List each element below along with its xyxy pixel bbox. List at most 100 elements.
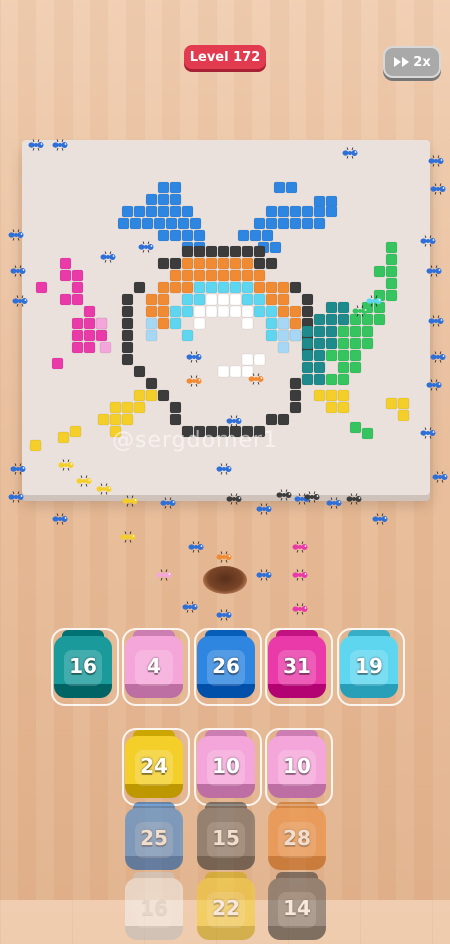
jar-body: 24 [125, 736, 183, 796]
jar-lid [62, 630, 104, 640]
ant [160, 494, 176, 513]
ant [8, 488, 24, 507]
watermark: @sergdomer1 [112, 428, 279, 453]
jar-white[interactable]: 16 [125, 872, 183, 944]
ant [216, 606, 232, 625]
jar-lid [205, 730, 247, 740]
jar-yellow[interactable]: 22 [197, 872, 255, 944]
ant [226, 490, 242, 509]
jar-lid [133, 730, 175, 740]
jar-teal[interactable]: 16 [51, 628, 119, 706]
ant [256, 500, 272, 519]
ant-hole [203, 566, 247, 594]
jar-base [268, 856, 326, 870]
jar-body: 19 [340, 636, 398, 696]
jar-count: 25 [140, 826, 168, 850]
jar-pink[interactable]: 4 [122, 628, 190, 706]
jar-base [125, 684, 183, 698]
ant [182, 598, 198, 617]
ant [52, 510, 68, 529]
ant [426, 376, 442, 395]
ant [428, 312, 444, 331]
ant [426, 262, 442, 281]
jar-body: 10 [268, 736, 326, 796]
ant [292, 566, 308, 585]
jar-cyan[interactable]: 19 [337, 628, 405, 706]
jar-count: 24 [140, 754, 168, 778]
jar-lid [348, 630, 390, 640]
ant [100, 248, 116, 267]
ant [352, 302, 368, 321]
ant [420, 232, 436, 251]
ant [292, 600, 308, 619]
jar-orange[interactable]: 28 [268, 802, 326, 874]
jar-count: 4 [147, 654, 161, 678]
ant [432, 468, 448, 487]
ant [420, 424, 436, 443]
jar-pink[interactable]: 10 [194, 728, 262, 806]
ant [248, 370, 264, 389]
jar-count: 19 [355, 654, 383, 678]
ant [366, 292, 382, 311]
ant [76, 472, 92, 491]
jar-base [197, 926, 255, 940]
jar-base [268, 784, 326, 798]
ant [10, 460, 26, 479]
jar-base [125, 926, 183, 940]
ant [120, 528, 136, 547]
ant [342, 144, 358, 163]
jar-magenta[interactable]: 31 [265, 628, 333, 706]
ant [292, 538, 308, 557]
ant [430, 348, 446, 367]
ant [156, 566, 172, 585]
ant [96, 480, 112, 499]
jar-lid [133, 630, 175, 640]
jar-body: 16 [54, 636, 112, 696]
jar-base [125, 856, 183, 870]
jar-gray[interactable]: 14 [268, 872, 326, 944]
jar-base [340, 684, 398, 698]
ant [12, 292, 28, 311]
ant [216, 548, 232, 567]
ant [256, 566, 272, 585]
jar-body: 26 [197, 636, 255, 696]
jar-gray[interactable]: 15 [197, 802, 255, 874]
ant [372, 510, 388, 529]
ant [304, 488, 320, 507]
ant [226, 412, 242, 431]
jar-body: 4 [125, 636, 183, 696]
ant [276, 486, 292, 505]
ant [326, 494, 342, 513]
jar-yellow[interactable]: 24 [122, 728, 190, 806]
jar-lid [205, 630, 247, 640]
jar-blue[interactable]: 26 [194, 628, 262, 706]
ant [346, 490, 362, 509]
ant [8, 226, 24, 245]
jar-count: 10 [283, 754, 311, 778]
ant [28, 136, 44, 155]
jar-blue[interactable]: 25 [125, 802, 183, 874]
ant [186, 348, 202, 367]
ant [428, 152, 444, 171]
jar-pink[interactable]: 10 [265, 728, 333, 806]
jar-count: 31 [283, 654, 311, 678]
jar-base [197, 856, 255, 870]
jar-base [268, 684, 326, 698]
jar-body: 10 [197, 736, 255, 796]
jar-count: 15 [212, 826, 240, 850]
jar-count: 26 [212, 654, 240, 678]
ant [216, 460, 232, 479]
ant [122, 492, 138, 511]
jar-base [268, 926, 326, 940]
ant [430, 180, 446, 199]
ant [10, 262, 26, 281]
jar-count: 28 [283, 826, 311, 850]
ant [186, 372, 202, 391]
ant [188, 538, 204, 557]
jar-lid [276, 730, 318, 740]
ant [138, 238, 154, 257]
jar-base [197, 684, 255, 698]
jar-base [197, 784, 255, 798]
ant [58, 456, 74, 475]
ant [52, 136, 68, 155]
